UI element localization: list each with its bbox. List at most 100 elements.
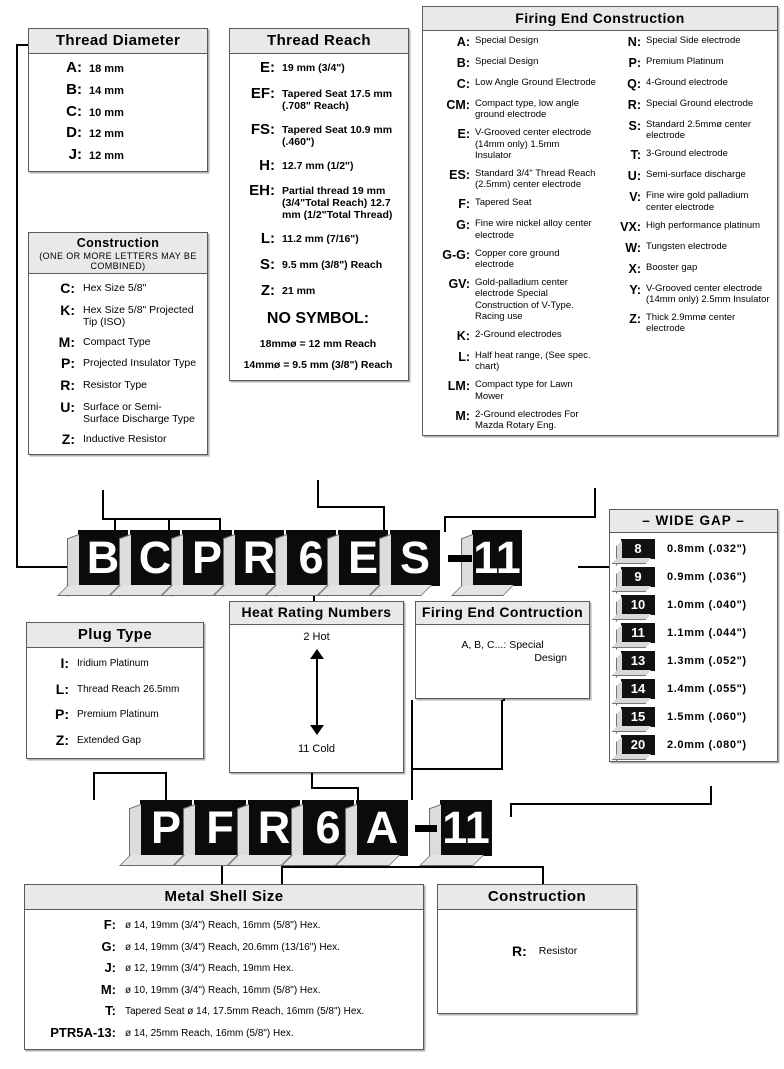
construction-upper-title: Construction [76,236,160,250]
construction-lower-list: R: Resistor [438,910,636,970]
list-item: U: Surface or Semi- Surface Discharge Ty… [35,399,199,426]
item-code: Q: [627,77,641,91]
list-item: J: ø 12, 19mm (3/4") Reach, 19mm Hex. [29,961,415,976]
connector-plug-type-bus [93,772,167,774]
gap-code-chip: 20 [621,735,655,755]
block-glyph: B [86,532,120,583]
part-number-block[interactable]: P [140,800,192,856]
block-glyph: R [257,802,291,853]
list-item: ES: Standard 3/4" Thread Reach (2.5mm) c… [429,168,596,190]
item-code: M: [455,408,470,423]
connector-heat-rating2-bus [311,787,359,789]
thread-reach-list: E: 19 mm (3/4") EF: Tapered Seat 17.5 mm… [230,54,408,380]
block-glyph: S [399,532,430,583]
item-code: VX: [620,219,641,234]
item-desc: Compact Type [83,335,151,348]
part-number-block[interactable]: C [130,530,180,586]
item-desc: Gold-palladium center electrode Special … [475,277,574,322]
part-number-block[interactable]: S [390,530,440,586]
block-glyph: F [206,802,234,853]
list-item: N: Special Side electrode [604,35,771,49]
list-item: M: Compact Type [35,334,199,351]
item-code: Z: [260,281,275,299]
list-item: G: ø 14, 19mm (3/4") Reach, 20.6mm (13/1… [29,938,415,955]
part-number-block[interactable]: B [78,530,128,586]
item-desc: 10 mm [89,106,124,119]
connector-widegap2-bus [510,803,712,805]
list-item: P: Premium Platinum [33,707,195,723]
item-desc: ø 10, 19mm (3/4") Reach, 16mm (5/8") Hex… [125,984,321,996]
item-desc: Special Side electrode [646,35,741,46]
block-glyph: 6 [298,532,324,583]
thread-reach-no-symbol-line-2: 14mmø = 9.5 mm (3/8") Reach [243,359,393,372]
heat-rating-bottom-label: 11 Cold [297,743,336,756]
firing-end-small-body: A, B, C...: Special Design [416,625,589,672]
block-glyph: A [365,802,399,853]
part-number-strip-primary: B C P R 6 E S 11 [78,530,524,586]
list-item: G-G: Copper core ground electrode [429,248,596,270]
part-number-strip-secondary: P F R 6 A 11 [140,800,494,856]
block-glyph: 11 [442,802,490,853]
connector-widegap-from-block [578,566,612,568]
item-desc: 9.5 mm (3/8") Reach [282,259,383,272]
item-code: X: [628,261,642,276]
thread-diameter-title: Thread Diameter [29,29,207,54]
item-desc: Fine wire gold palladium center electrod… [646,190,749,213]
item-desc: Booster gap [646,261,698,273]
item-desc: Thick 2.9mmø center electrode [646,312,736,335]
gap-value: 1.0mm (.040") [667,599,747,611]
heat-rating-title: Heat Rating Numbers [230,602,403,626]
list-item: Q: 4-Ground electrode [604,77,771,91]
part-number-block[interactable]: R [234,530,284,586]
part-number-block[interactable]: 6 [302,800,354,856]
list-item: V: Fine wire gold palladium center elect… [604,190,771,212]
item-code: F: [458,197,470,212]
part-number-block[interactable]: A [356,800,408,856]
part-number-block[interactable]: R [248,800,300,856]
thread-diameter-list: A: 18 mm B: 14 mm C: 10 mm D: 12 mm J: 1… [29,54,207,171]
list-item: F: Tapered Seat [429,197,596,211]
item-desc: ø 14, 25mm Reach, 16mm (5/8") Hex. [125,1027,294,1039]
list-item: R: Special Ground electrode [604,98,771,112]
list-item: Z: Thick 2.9mmø center electrode [604,312,771,334]
item-desc: High performance platinum [646,219,761,231]
item-desc: Resistor [538,945,578,957]
list-item: A: 18 mm [37,59,199,77]
list-item: K: 2-Ground electrodes [429,329,596,343]
list-item: B: 14 mm [37,81,199,99]
connector-construction-lower-down [542,866,544,886]
item-code: LM: [447,379,470,394]
connector-firing-end-small-down [411,700,413,800]
part-number-gap-block[interactable]: 11 [440,800,492,856]
block-glyph: P [150,802,181,853]
connector-plug-type-to-p [165,772,167,802]
list-item: C: Low Angle Ground Electrode [429,77,596,91]
item-code: Z: [629,312,641,327]
connector-metal-shell-to-f [221,866,223,886]
part-number-block[interactable]: F [194,800,246,856]
heat-rating-top-label: 2 Hot [303,631,330,644]
list-item: FS: Tapered Seat 10.9 mm (.460") [234,121,402,149]
list-item: R: Resistor Type [35,377,199,394]
item-code: V: [629,190,641,205]
connector-construction-lower-bus [281,866,544,868]
firing-end-construction-body: A: Special Design B: Special Design C: L… [423,31,777,435]
gap-code-chip: 9 [621,567,655,587]
part-number-block[interactable]: E [338,530,388,586]
part-number-gap-block[interactable]: 11 [472,530,522,586]
item-code: Z: [61,430,75,447]
item-code: ES: [449,168,470,183]
item-code: CM: [446,98,470,112]
item-code: G: [101,938,116,954]
item-desc: ø 12, 19mm (3/4") Reach, 19mm Hex. [125,963,294,975]
gap-value: 1.1mm (.044") [667,627,747,639]
list-item: L: Thread Reach 26.5mm [33,681,195,698]
firing-end-left-column: A: Special Design B: Special Design C: L… [425,35,600,431]
thread-reach-no-symbol-line-1: 18mmø = 12 mm Reach [259,337,377,350]
part-number-block[interactable]: 6 [286,530,336,586]
list-item: M: 2-Ground electrodes For Mazda Rotary … [429,409,596,431]
item-desc: Special Design [475,56,539,67]
part-number-block[interactable]: P [182,530,232,586]
plug-type-list: I: Iridium Platinum L: Thread Reach 26.5… [27,648,203,758]
item-desc: Copper core ground electrode [475,247,560,271]
